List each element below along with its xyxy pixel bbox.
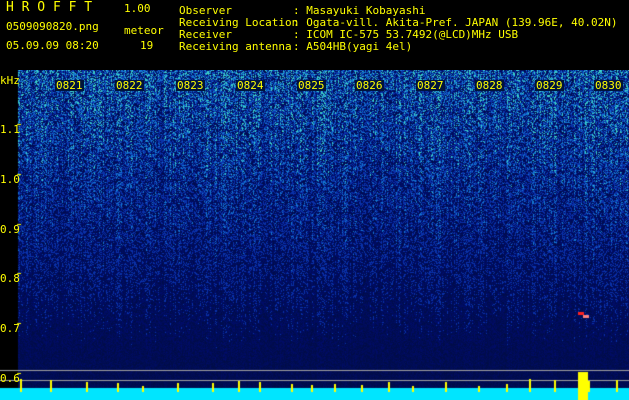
time-label: 0826	[355, 79, 384, 92]
time-label: 0825	[297, 79, 326, 92]
time-label: 0824	[236, 79, 265, 92]
y-tick-label: 0.6	[0, 372, 20, 385]
y-tick-label: 0.9	[0, 223, 20, 236]
meteor-label: meteor	[124, 24, 164, 37]
y-unit-label: kHz	[0, 74, 20, 87]
meteor-count: 19	[140, 39, 154, 52]
time-label: 0827	[416, 79, 445, 92]
y-tick-label: 1.1	[0, 123, 20, 136]
file-name: 0509090820.png	[6, 20, 99, 33]
time-label: 0828	[475, 79, 504, 92]
time-label: 0823	[176, 79, 205, 92]
y-tick-label: 1.0	[0, 173, 20, 186]
time-label: 0829	[535, 79, 564, 92]
app-title: H R O F F T	[6, 0, 93, 15]
time-label: 0830	[594, 79, 623, 92]
spectrogram-canvas	[0, 70, 629, 400]
y-tick-label: 0.7	[0, 322, 20, 335]
y-tick-label: 0.8	[0, 272, 20, 285]
time-label: 0821	[55, 79, 84, 92]
datetime: 05.09.09 08:20	[6, 39, 99, 52]
time-label: 0822	[115, 79, 144, 92]
header-panel: H R O F F T 1.00 0509090820.png meteor 0…	[0, 0, 629, 70]
antenna-label: Receiving antenna	[179, 40, 292, 53]
antenna-value: : A504HB(yagi 4el)	[293, 40, 413, 53]
app-version: 1.00	[124, 2, 151, 15]
